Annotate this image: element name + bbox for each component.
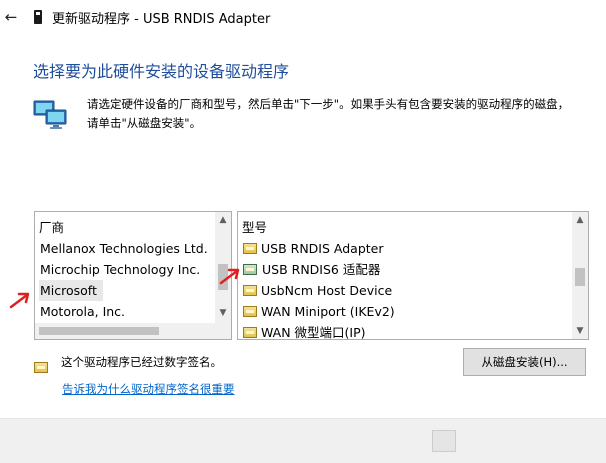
manufacturer-list[interactable]: 厂商 Mellanox Technologies Ltd. Microchip … — [34, 211, 232, 340]
model-item-selected[interactable]: USB RNDIS6 适配器 — [243, 259, 383, 280]
instruction-text-line2: 请单击"从磁盘安装"。 — [87, 116, 202, 130]
manufacturer-item[interactable]: Motorola, Inc. — [40, 301, 125, 322]
model-item[interactable]: UsbNcm Host Device — [243, 280, 392, 301]
window-title: 更新驱动程序 - USB RNDIS Adapter — [52, 12, 271, 27]
driver-icon — [243, 327, 257, 338]
driver-icon — [243, 264, 257, 275]
annotation-arrow-icon — [219, 268, 240, 285]
model-item[interactable]: USB RNDIS Adapter — [243, 238, 383, 259]
driver-icon — [243, 285, 257, 296]
model-item-label: USB RNDIS Adapter — [261, 241, 384, 256]
scroll-up-icon[interactable]: ▲ — [215, 212, 231, 228]
scrollbar-thumb[interactable] — [39, 327, 159, 335]
model-item[interactable]: WAN 微型端口(IP) — [243, 322, 366, 340]
instruction-text-line1: 请选定硬件设备的厂商和型号，然后单击"下一步"。如果手头有包含要安装的驱动程序的… — [87, 97, 570, 111]
model-list-header: 型号 — [242, 220, 268, 235]
scroll-down-icon[interactable]: ▼ — [215, 305, 231, 321]
usb-device-icon — [34, 10, 42, 24]
annotation-arrow-icon — [9, 292, 30, 309]
model-vertical-scrollbar[interactable]: ▲ ▼ — [572, 212, 588, 339]
scroll-up-icon[interactable]: ▲ — [572, 212, 588, 228]
manufacturer-horizontal-scrollbar[interactable] — [35, 323, 215, 339]
model-list[interactable]: 型号 USB RNDIS Adapter USB RNDIS6 适配器 UsbN… — [237, 211, 589, 340]
driver-icon — [243, 243, 257, 254]
network-computers-icon — [33, 100, 67, 129]
model-item-label: USB RNDIS6 适配器 — [262, 262, 381, 277]
back-arrow-icon[interactable]: ← — [2, 7, 20, 27]
driver-icon — [243, 306, 257, 317]
model-item-label: WAN 微型端口(IP) — [261, 325, 366, 340]
manufacturer-item[interactable]: Microchip Technology Inc. — [40, 259, 200, 280]
scroll-down-icon[interactable]: ▼ — [572, 323, 588, 339]
manufacturer-item-selected[interactable]: Microsoft — [39, 280, 103, 301]
driver-signed-icon — [34, 362, 48, 373]
next-button[interactable] — [432, 430, 456, 452]
manufacturer-item[interactable]: Mellanox Technologies Ltd. — [40, 238, 208, 259]
signed-status-text: 这个驱动程序已经过数字签名。 — [61, 355, 222, 369]
have-disk-button[interactable]: 从磁盘安装(H)... — [463, 348, 586, 376]
footer-bar — [0, 418, 606, 463]
page-heading: 选择要为此硬件安装的设备驱动程序 — [33, 62, 290, 81]
scrollbar-thumb[interactable] — [575, 268, 585, 286]
manufacturer-list-header: 厂商 — [39, 220, 65, 235]
signature-info-link[interactable]: 告诉我为什么驱动程序签名很重要 — [62, 381, 235, 397]
model-item-label: UsbNcm Host Device — [261, 283, 393, 298]
model-item-label: WAN Miniport (IKEv2) — [261, 304, 395, 319]
model-item[interactable]: WAN Miniport (IKEv2) — [243, 301, 395, 322]
